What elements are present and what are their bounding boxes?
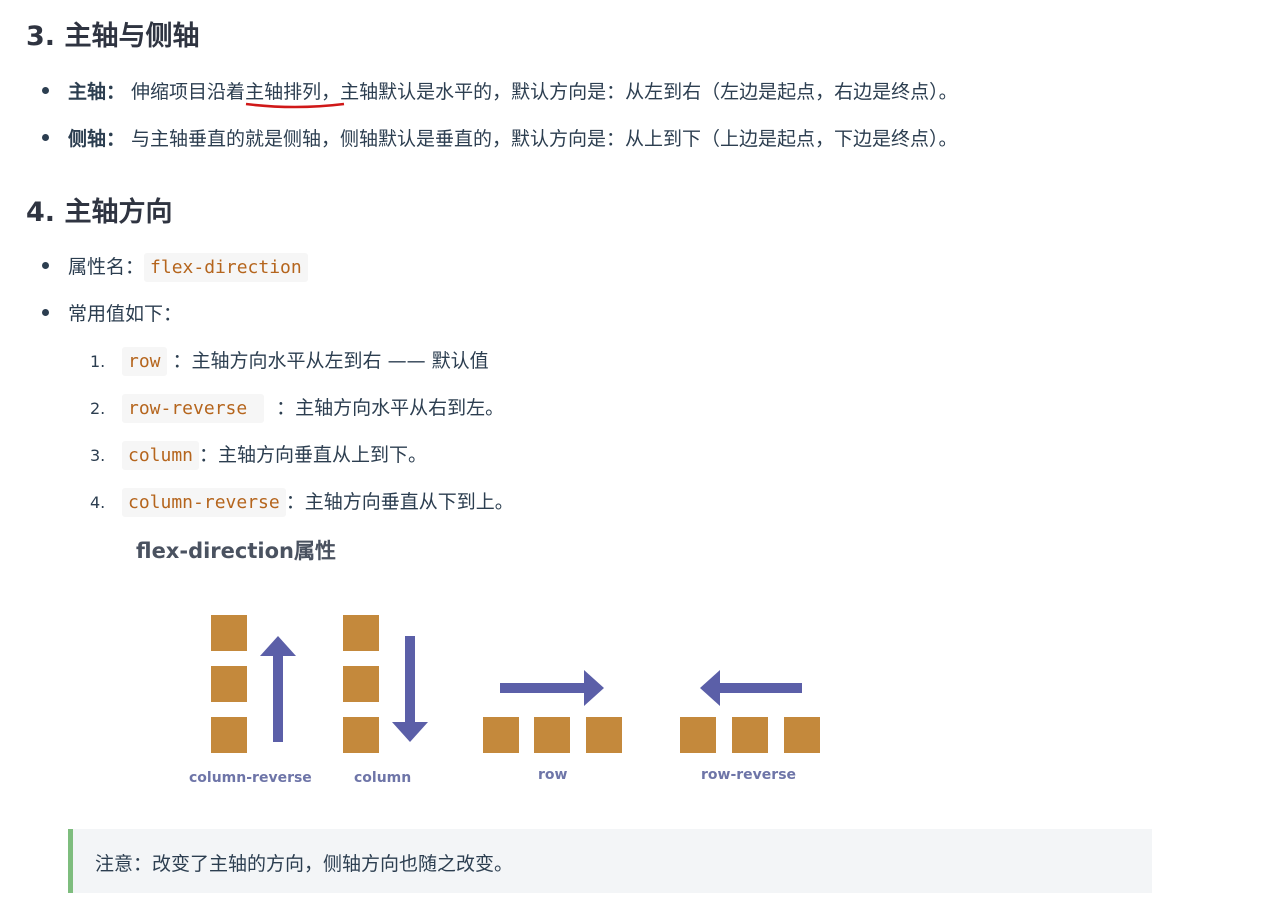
value-item-row-reverse: 2. row-reverse ：主轴方向水平从右到左。 (90, 393, 505, 423)
flex-item-box (211, 615, 247, 651)
flex-item-box (586, 717, 622, 753)
flex-item-box (211, 717, 247, 753)
list-item-main-axis: 主轴： 伸缩项目沿着主轴排列 ，主轴默认是水平的，默认方向是：从左到右（左边是起点… (42, 77, 958, 109)
code-value: row (122, 347, 167, 376)
tip-text: 注意：改变了主轴的方向，侧轴方向也随之改变。 (95, 853, 514, 875)
common-values-label: 常用值如下： (68, 303, 183, 325)
caption-row: row (538, 767, 568, 783)
flex-item-box (343, 717, 379, 753)
bullet-icon (42, 87, 49, 94)
code-value: row-reverse (122, 394, 265, 423)
section-heading-direction: 4. 主轴方向 (26, 197, 173, 228)
term-main-axis: 主轴： (68, 81, 126, 103)
arrow-left-icon (700, 670, 802, 706)
value-item-row: 1. row ：主轴方向水平从左到右 —— 默认值 (90, 346, 489, 376)
caption-column: column (354, 770, 412, 786)
flex-item-box (343, 666, 379, 702)
flex-item-box (784, 717, 820, 753)
code-value: column-reverse (122, 488, 286, 517)
value-item-column-reverse: 4. column-reverse ：主轴方向垂直从下到上。 (90, 487, 514, 517)
underlined-phrase: 主轴排列 (245, 81, 345, 109)
flex-item-box (680, 717, 716, 753)
arrow-right-icon (500, 670, 604, 706)
caption-column-reverse: column-reverse (189, 770, 312, 786)
item-number: 2. (90, 399, 106, 418)
arrow-up-icon (260, 636, 296, 742)
item-number: 3. (90, 446, 106, 465)
bullet-icon (42, 262, 49, 269)
item-number: 4. (90, 493, 106, 512)
list-item-cross-axis: 侧轴： 与主轴垂直的就是侧轴，侧轴默认是垂直的，默认方向是：从上到下（上边是起点… (42, 124, 958, 151)
section-heading-axes: 3. 主轴与侧轴 (26, 21, 200, 52)
flex-item-box (483, 717, 519, 753)
cross-axis-text: 与主轴垂直的就是侧轴，侧轴默认是垂直的，默认方向是：从上到下（上边是起点，下边是… (125, 128, 958, 150)
list-item-common-values: 常用值如下： (42, 299, 182, 326)
code-flex-direction: flex-direction (144, 253, 308, 282)
flex-item-box (732, 717, 768, 753)
value-item-column: 3. column ：主轴方向垂直从上到下。 (90, 440, 428, 470)
arrow-down-icon (392, 636, 428, 742)
code-value: column (122, 441, 200, 470)
tip-block: 注意：改变了主轴的方向，侧轴方向也随之改变。 (68, 829, 1152, 893)
bullet-icon (42, 134, 49, 141)
main-axis-text-before: 伸缩项目沿着 (125, 81, 246, 103)
value-description: ：主轴方向垂直从下到上。 (285, 491, 514, 513)
flex-item-box (211, 666, 247, 702)
flex-item-box (534, 717, 570, 753)
term-cross-axis: 侧轴： (68, 128, 126, 150)
figure-title: flex-direction属性 (136, 539, 336, 563)
list-item-property-name: 属性名： flex-direction (42, 252, 308, 282)
bullet-icon (42, 309, 49, 316)
underlined-text: 主轴排列 (245, 81, 322, 103)
main-axis-text-after: ，主轴默认是水平的，默认方向是：从左到右（左边是起点，右边是终点）。 (321, 81, 958, 103)
value-description: ：主轴方向水平从左到右 —— 默认值 (166, 350, 489, 372)
property-name-label: 属性名： (68, 256, 145, 278)
flex-item-box (343, 615, 379, 651)
value-description: ：主轴方向垂直从上到下。 (199, 444, 428, 466)
item-number: 1. (90, 352, 106, 371)
caption-row-reverse: row-reverse (701, 767, 797, 783)
red-underline-mark (245, 102, 345, 109)
value-description: ：主轴方向水平从右到左。 (264, 397, 505, 419)
